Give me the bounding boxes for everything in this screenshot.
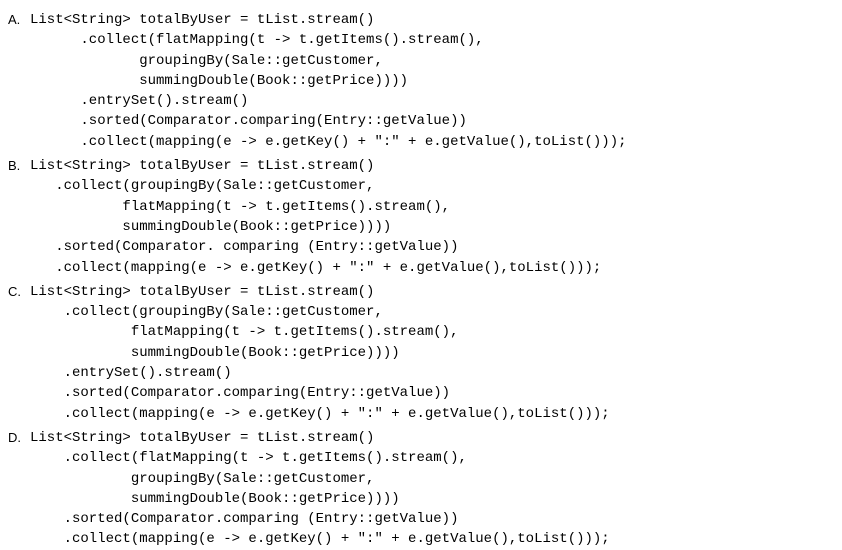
code-line: groupingBy(Sale::getCustomer, xyxy=(30,471,374,487)
code-line: List<String> totalByUser = tList.stream(… xyxy=(30,12,374,28)
code-line: .sorted(Comparator.comparing(Entry::getV… xyxy=(30,385,450,401)
option-a-bullet: A. xyxy=(8,10,30,30)
code-line: List<String> totalByUser = tList.stream(… xyxy=(30,430,374,446)
code-line: .collect(mapping(e -> e.getKey() + ":" +… xyxy=(30,134,627,150)
code-line: summingDouble(Book::getPrice)))) xyxy=(30,73,408,89)
option-b: B. List<String> totalByUser = tList.stre… xyxy=(8,156,834,278)
option-b-bullet: B. xyxy=(8,156,30,176)
code-line: .collect(mapping(e -> e.getKey() + ":" +… xyxy=(30,406,610,422)
option-c-bullet: C. xyxy=(8,282,30,302)
code-line: List<String> totalByUser = tList.stream(… xyxy=(30,158,374,174)
option-c-code: List<String> totalByUser = tList.stream(… xyxy=(30,282,610,424)
option-a-code: List<String> totalByUser = tList.stream(… xyxy=(30,10,627,152)
code-line: .collect(flatMapping(t -> t.getItems().s… xyxy=(30,32,484,48)
code-line: List<String> totalByUser = tList.stream(… xyxy=(30,284,374,300)
code-line: summingDouble(Book::getPrice)))) xyxy=(30,345,400,361)
code-line: .collect(flatMapping(t -> t.getItems().s… xyxy=(30,450,467,466)
code-line: .collect(groupingBy(Sale::getCustomer, xyxy=(30,178,374,194)
code-line: .sorted(Comparator.comparing(Entry::getV… xyxy=(30,113,467,129)
option-d-bullet: D. xyxy=(8,428,30,448)
option-c: C. List<String> totalByUser = tList.stre… xyxy=(8,282,834,424)
code-line: .sorted(Comparator. comparing (Entry::ge… xyxy=(30,239,458,255)
code-line: groupingBy(Sale::getCustomer, xyxy=(30,53,383,69)
code-line: .sorted(Comparator.comparing (Entry::get… xyxy=(30,511,458,527)
code-line: flatMapping(t -> t.getItems().stream(), xyxy=(30,324,458,340)
code-line: .entrySet().stream() xyxy=(30,365,232,381)
code-line: summingDouble(Book::getPrice)))) xyxy=(30,491,400,507)
code-line: .collect(mapping(e -> e.getKey() + ":" +… xyxy=(30,531,610,547)
code-line: .entrySet().stream() xyxy=(30,93,248,109)
option-d-code: List<String> totalByUser = tList.stream(… xyxy=(30,428,610,550)
code-line: flatMapping(t -> t.getItems().stream(), xyxy=(30,199,450,215)
code-line: .collect(groupingBy(Sale::getCustomer, xyxy=(30,304,383,320)
option-d: D. List<String> totalByUser = tList.stre… xyxy=(8,428,834,550)
option-b-code: List<String> totalByUser = tList.stream(… xyxy=(30,156,601,278)
code-line: summingDouble(Book::getPrice)))) xyxy=(30,219,391,235)
option-a: A. List<String> totalByUser = tList.stre… xyxy=(8,10,834,152)
code-line: .collect(mapping(e -> e.getKey() + ":" +… xyxy=(30,260,601,276)
